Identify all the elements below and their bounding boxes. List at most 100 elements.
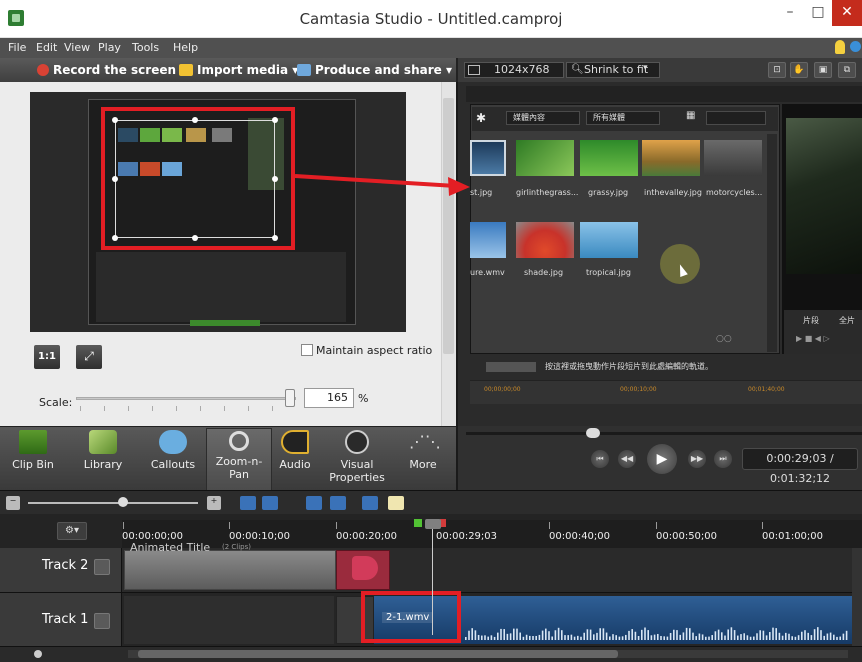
playback-scrubber[interactable] — [466, 432, 862, 435]
record-screen-button[interactable]: Record the screen ▾ — [53, 63, 186, 77]
redo-icon[interactable] — [262, 496, 278, 510]
menu-edit[interactable]: Edit — [36, 41, 57, 54]
mini-ruler-time: 00;00;00;00 — [484, 386, 521, 393]
in-point-marker[interactable] — [414, 519, 422, 527]
tab-library[interactable]: Library — [70, 428, 136, 490]
maintain-aspect-label: Maintain aspect ratio — [316, 344, 433, 357]
media-thumbnail — [704, 140, 762, 176]
track-name: Track 2 — [42, 558, 89, 573]
previous-clip-button[interactable]: ⏮ — [591, 450, 609, 468]
tab-more[interactable]: ⋰⋱ More — [390, 428, 456, 490]
slider-tick — [128, 406, 129, 411]
link-icon: ○○ — [716, 334, 732, 344]
play-button[interactable]: ▶ — [647, 444, 677, 474]
timeline-zoom-slider[interactable] — [28, 502, 198, 504]
ruler-tick — [123, 522, 124, 529]
panel-scrollbar-thumb[interactable] — [443, 98, 454, 354]
media-label: shade.jpg — [524, 268, 564, 277]
resolution-value: 1024x768 — [494, 63, 550, 76]
timeline-vertical-scrollbar[interactable] — [852, 548, 862, 646]
scale-slider-thumb[interactable] — [285, 389, 295, 407]
globe-icon[interactable] — [850, 41, 861, 52]
library-icon — [89, 430, 117, 454]
preview-side-image — [786, 118, 862, 274]
tab-label: Clip Bin — [12, 458, 54, 471]
paste-icon[interactable] — [388, 496, 404, 510]
undo-icon[interactable] — [240, 496, 256, 510]
ruler-tick — [656, 522, 657, 529]
window-title: Camtasia Studio - Untitled.camproj — [299, 10, 563, 28]
cut-icon[interactable] — [306, 496, 322, 510]
track-height-slider[interactable] — [34, 650, 42, 658]
zoom-out-icon[interactable]: − — [6, 496, 20, 510]
clip-subtitle: (2 Clips) — [222, 543, 252, 551]
tab-callouts[interactable]: Callouts — [140, 428, 206, 490]
tab-audio[interactable]: Audio — [262, 428, 328, 490]
slider-tick — [176, 406, 177, 411]
minimize-button[interactable]: – — [776, 0, 804, 26]
menu-view[interactable]: View — [64, 41, 90, 54]
copy-icon[interactable] — [362, 496, 378, 510]
tab-clip-bin[interactable]: Clip Bin — [0, 428, 66, 490]
fit-to-screen-button[interactable]: ⤢ — [76, 345, 102, 369]
media-label: tropical.jpg — [586, 268, 631, 277]
menu-tools[interactable]: Tools — [132, 41, 159, 54]
pan-hand-icon[interactable]: ✋ — [790, 62, 808, 78]
rewind-button[interactable]: ◀◀ — [618, 450, 636, 468]
media-thumbnail — [470, 222, 506, 258]
scale-slider-track[interactable] — [76, 397, 296, 400]
slider-tick — [152, 406, 153, 411]
lightbulb-icon[interactable] — [835, 40, 845, 54]
produce-share-button[interactable]: Produce and share ▾ — [315, 63, 452, 77]
playback-scrubber-knob[interactable] — [586, 428, 600, 438]
fast-forward-button[interactable]: ▶▶ — [688, 450, 706, 468]
callout-icon — [159, 430, 187, 454]
detach-icon[interactable]: ⧉ — [838, 62, 856, 78]
media-label: st.jpg — [470, 188, 493, 197]
one-to-one-button[interactable]: 1:1 — [34, 345, 60, 369]
media-label: grassy.jpg — [588, 188, 629, 197]
menu-file[interactable]: File — [8, 41, 26, 54]
fullscreen-icon[interactable]: ▣ — [814, 62, 832, 78]
media-thumbnail — [580, 222, 638, 258]
zoom-in-icon[interactable]: + — [207, 496, 221, 510]
mini-ruler-time: 00;00;10;00 — [620, 386, 657, 393]
mini-play-controls: ▶ ■ ◀ ▷ — [796, 334, 830, 343]
mini-status-bar — [190, 320, 260, 326]
maintain-aspect-checkbox[interactable] — [301, 344, 313, 356]
tab-label: Library — [83, 458, 123, 471]
empty-track-area — [124, 596, 334, 644]
track-settings-button[interactable]: ⚙▾ — [57, 522, 87, 540]
menu-help[interactable]: Help — [173, 41, 198, 54]
search-icon: 🔍︎ — [571, 64, 584, 75]
tab-label: Audio — [279, 458, 311, 471]
slider-tick — [80, 406, 81, 411]
scale-input[interactable]: 165 — [304, 388, 354, 408]
tab-label: More — [409, 458, 437, 471]
star-icon: ✱ — [476, 111, 487, 125]
animated-title-clip[interactable] — [124, 550, 336, 590]
tab-visual-properties[interactable]: Visual Properties — [320, 428, 394, 490]
tab-label: Zoom-n-Pan — [215, 455, 263, 481]
crop-icon[interactable]: ⊡ — [768, 62, 786, 78]
timeline-zoom-knob[interactable] — [118, 497, 128, 507]
menu-play[interactable]: Play — [98, 41, 121, 54]
timeline-scroll-thumb[interactable] — [138, 650, 618, 658]
lock-icon[interactable] — [94, 559, 110, 575]
split-icon[interactable] — [330, 496, 346, 510]
close-button[interactable]: ✕ — [832, 0, 862, 26]
media-label: motorcycles... — [706, 188, 763, 197]
slider-tick — [104, 406, 105, 411]
playhead-handle[interactable] — [425, 519, 441, 529]
import-media-button[interactable]: Import media ▾ — [197, 63, 298, 77]
media-thumbnail — [470, 140, 506, 176]
film-icon — [19, 430, 47, 454]
clip-label: 片段 — [803, 316, 819, 325]
maximize-button[interactable]: □ — [804, 0, 832, 26]
annotation-highlight-box — [361, 591, 461, 643]
time-display: 0:00:29;03 / 0:01:32;12 — [742, 448, 858, 485]
lock-icon[interactable] — [94, 613, 110, 629]
preview-header — [466, 86, 862, 102]
slider-tick — [200, 406, 201, 411]
next-clip-button[interactable]: ⏭ — [714, 450, 732, 468]
